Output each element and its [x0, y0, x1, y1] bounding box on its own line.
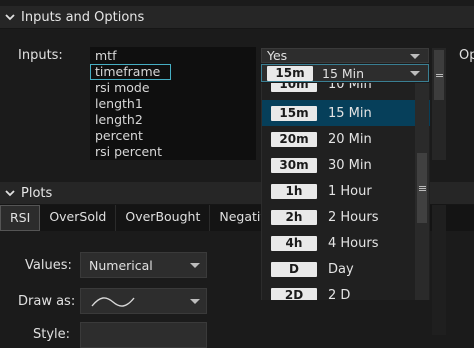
grip-icon — [419, 186, 426, 187]
input-item-mtf[interactable]: mtf — [90, 48, 256, 64]
grip-icon — [436, 74, 443, 75]
option-label: 2 Hours — [328, 209, 379, 225]
option-badge: 20m — [271, 131, 317, 147]
values-combo-value: Numerical — [89, 258, 153, 273]
inputs-list[interactable]: mtf timeframe rsi mode length1 length2 p… — [90, 47, 256, 160]
line-wave-icon — [91, 297, 135, 307]
timeframe-value: 15 Min — [322, 66, 365, 81]
option-badge: 10m — [271, 83, 317, 92]
timeframe-dropdown-list[interactable]: 10m 10 Min 15m 15 Min 20m 20 Min 30m 30 … — [261, 83, 430, 300]
option-label: 4 Hours — [328, 235, 379, 251]
option-badge: 1h — [271, 183, 317, 199]
values-combo[interactable]: Numerical — [80, 252, 207, 278]
option-badge: 2h — [271, 209, 317, 225]
tab-rsi[interactable]: RSI — [0, 205, 41, 231]
grip-icon — [419, 188, 426, 189]
dropdown-option[interactable]: 30m 30 Min — [262, 152, 430, 178]
option-label: 10 Min — [328, 83, 372, 92]
draw-as-label: Draw as: — [18, 294, 76, 309]
values-label: Values: — [25, 258, 72, 273]
chevron-down-icon — [190, 299, 200, 304]
input-item-length2[interactable]: length2 — [90, 112, 256, 128]
timeframe-badge: 15m — [267, 66, 313, 81]
dropdown-option[interactable]: 10m 10 Min — [262, 83, 430, 93]
right-scroll-track[interactable] — [432, 205, 446, 335]
input-item-rsi-percent[interactable]: rsi percent — [90, 144, 256, 160]
option-label: 20 Min — [328, 131, 372, 147]
inputs-options-header[interactable]: Inputs and Options — [0, 6, 474, 29]
option-label: 2 D — [328, 287, 351, 301]
inputs-label: Inputs: — [18, 48, 63, 63]
option-label: Day — [328, 261, 354, 277]
dropdown-scrollbar-thumb[interactable] — [417, 153, 427, 223]
dropdown-scrollbar[interactable] — [415, 83, 429, 300]
timeframe-combo[interactable]: 15m 15 Min — [261, 64, 429, 82]
chevron-down-icon — [410, 71, 420, 76]
grip-icon — [419, 190, 426, 191]
chevron-down-icon — [5, 190, 15, 197]
input-item-percent[interactable]: percent — [90, 128, 256, 144]
option-badge: D — [271, 261, 317, 277]
section-title: Plots — [21, 185, 53, 201]
tab-oversold[interactable]: OverSold — [40, 205, 117, 231]
tab-overbought[interactable]: OverBought — [116, 205, 211, 231]
option-badge: 4h — [271, 235, 317, 251]
input-item-rsi-mode[interactable]: rsi mode — [90, 80, 256, 96]
option-label: 1 Hour — [328, 183, 372, 199]
section-title: Inputs and Options — [21, 9, 145, 25]
dropdown-option[interactable]: 1h 1 Hour — [262, 178, 430, 204]
option-label: 30 Min — [328, 157, 372, 173]
option-label: 15 Min — [328, 105, 372, 121]
option-badge: 30m — [271, 157, 317, 173]
mtf-combo[interactable]: Yes — [261, 48, 429, 63]
inputs-scrollbar[interactable] — [432, 48, 446, 160]
input-item-length1[interactable]: length1 — [90, 96, 256, 112]
mtf-combo-value: Yes — [267, 48, 288, 63]
style-combo[interactable] — [80, 322, 207, 348]
dropdown-option-selected[interactable]: 15m 15 Min — [262, 100, 430, 126]
inputs-scrollbar-thumb[interactable] — [434, 50, 444, 100]
options-label: Op — [459, 48, 474, 63]
input-item-timeframe[interactable]: timeframe — [90, 64, 171, 80]
draw-as-combo[interactable] — [80, 288, 207, 314]
chevron-down-icon — [410, 54, 420, 59]
grip-icon — [436, 76, 443, 77]
option-badge: 2D — [271, 287, 317, 300]
dropdown-option[interactable]: D Day — [262, 256, 430, 282]
dropdown-option[interactable]: 2h 2 Hours — [262, 204, 430, 230]
chevron-down-icon — [5, 14, 15, 21]
dropdown-option[interactable]: 20m 20 Min — [262, 126, 430, 152]
dropdown-option[interactable]: 2D 2 D — [262, 282, 430, 300]
dropdown-option[interactable]: 4h 4 Hours — [262, 230, 430, 256]
chevron-down-icon — [190, 263, 200, 268]
option-badge: 15m — [271, 105, 317, 121]
